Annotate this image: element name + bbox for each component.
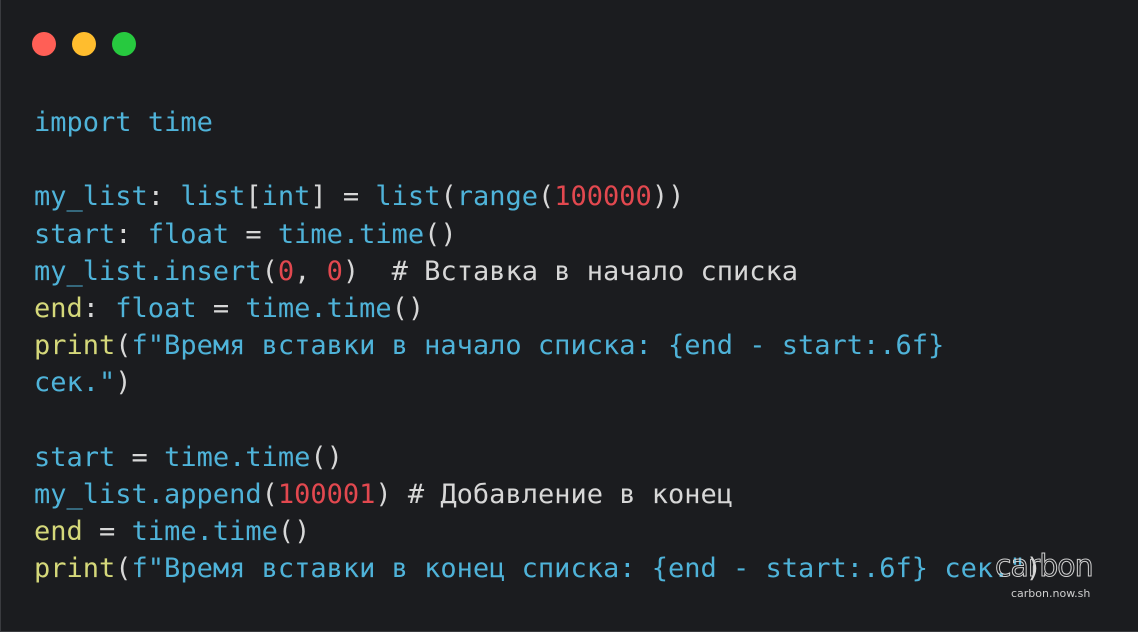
code-token: start [34, 441, 116, 473]
code-line: end = time.time() [34, 513, 1042, 550]
code-token: ( [261, 478, 278, 510]
code-token: ) [375, 478, 408, 510]
code-line: my_list.insert(0, 0) # Вставка в начало … [34, 253, 1042, 290]
code-line: my_list: list[int] = list(range(100000)) [34, 178, 1042, 215]
code-token: print [34, 330, 116, 362]
code-token: 0 [277, 255, 295, 287]
code-block: import time my_list: list[int] = list(ra… [34, 104, 1042, 587]
code-token: сек." [34, 367, 116, 399]
code-token: f"Время вставки в начало списка: {end - … [131, 330, 945, 362]
zoom-dot-icon[interactable] [112, 32, 136, 56]
code-token: () [277, 516, 311, 548]
code-token: () [424, 218, 457, 250]
code-token: ] = [310, 181, 376, 213]
code-token: = [229, 218, 278, 250]
code-token: f"Время вставки в конец списка: {end - s… [131, 553, 1026, 585]
code-token: time.time [164, 441, 311, 473]
code-token: = [115, 441, 165, 473]
minimize-dot-icon[interactable] [72, 32, 96, 56]
code-token: my_list.append [34, 478, 262, 510]
carbon-url: carbon.now.sh [1011, 587, 1091, 600]
code-token: ) [115, 367, 132, 399]
code-token: list [180, 181, 246, 213]
code-window: import time my_list: list[int] = list(ra… [0, 0, 1138, 632]
code-token: : [82, 292, 116, 324]
code-token: 100000 [554, 181, 652, 213]
code-token: ) [342, 255, 392, 287]
code-token: , [294, 255, 327, 287]
code-token: float [147, 218, 230, 250]
code-line: my_list.append(100001) # Добавление в ко… [34, 476, 1042, 513]
code-token: end [34, 292, 83, 324]
code-token: time.time [277, 218, 425, 250]
code-token: [ [245, 181, 262, 213]
code-line: сек.") [34, 364, 1042, 401]
code-token: my_list [34, 181, 148, 213]
code-token: int [261, 181, 311, 213]
code-token: end [34, 516, 83, 548]
code-line: start = time.time() [34, 439, 1042, 476]
code-token: = [82, 516, 132, 548]
code-token: range [456, 181, 538, 213]
carbon-watermark: carbon carbon.now.sh [995, 549, 1115, 609]
code-token: () [391, 292, 425, 324]
code-token: start [34, 218, 116, 250]
code-token: my_list.insert [34, 255, 262, 287]
code-token: print [34, 553, 116, 585]
code-token: time.time [131, 516, 278, 548]
code-token: # Вставка в начало списка [391, 255, 799, 287]
code-token: time [147, 107, 213, 138]
code-token: time.time [245, 292, 392, 324]
code-line: print(f"Время вставки в начало списка: {… [34, 327, 1042, 364]
code-line: end: float = time.time() [34, 290, 1042, 327]
code-token: = [196, 292, 246, 324]
code-token: ( [440, 181, 457, 213]
code-token: ( [538, 181, 555, 213]
code-token: 0 [326, 255, 343, 287]
code-token: ( [115, 553, 132, 585]
code-token: float [115, 292, 197, 324]
code-token: import [34, 107, 132, 138]
code-token: : [115, 218, 148, 250]
code-token: list [375, 181, 441, 213]
close-dot-icon[interactable] [32, 32, 56, 56]
code-token: # Добавление в конец [407, 478, 734, 510]
code-token: )) [651, 181, 685, 213]
code-line: import time [34, 104, 1042, 141]
code-token: ( [261, 255, 278, 287]
code-line: print(f"Время вставки в конец списка: {e… [34, 550, 1042, 587]
code-token: 100001 [277, 478, 376, 510]
code-line: start: float = time.time() [34, 216, 1042, 253]
carbon-logo: carbon [995, 549, 1095, 585]
code-token: () [310, 441, 343, 473]
code-token: ( [115, 330, 132, 362]
code-token: : [147, 181, 181, 213]
